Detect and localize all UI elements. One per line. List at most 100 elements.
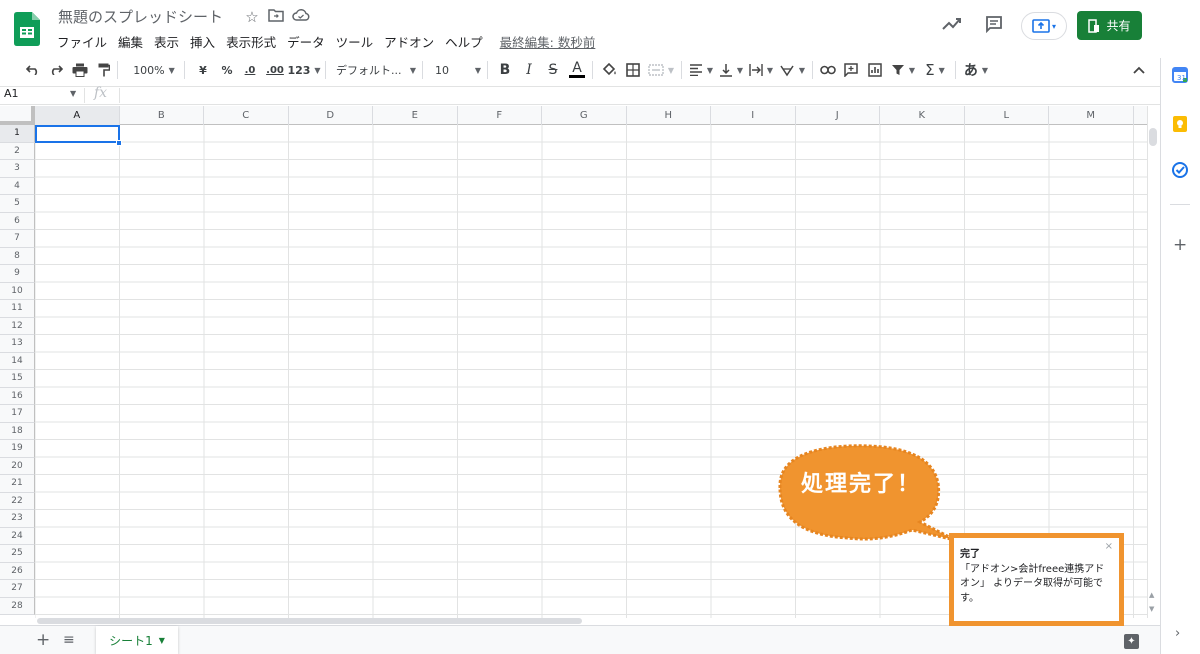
functions-icon[interactable]: Σ ▼: [921, 59, 949, 81]
font-select[interactable]: デフォルト... ▼: [336, 59, 416, 81]
menu-edit[interactable]: 編集: [118, 32, 143, 51]
horizontal-scroll-thumb[interactable]: [37, 618, 582, 624]
name-box[interactable]: A1: [4, 87, 19, 100]
insert-chart-icon[interactable]: [867, 59, 883, 81]
column-header-i[interactable]: I: [711, 106, 796, 125]
all-sheets-icon[interactable]: ≡: [63, 632, 75, 648]
decrease-decimal-button[interactable]: .0: [241, 59, 259, 81]
close-icon[interactable]: ×: [1105, 540, 1113, 555]
column-header-m[interactable]: M: [1049, 106, 1134, 125]
expand-panel-icon[interactable]: ›: [1175, 626, 1180, 641]
chevron-down-icon[interactable]: ▼: [70, 89, 76, 98]
row-header-1[interactable]: 1: [0, 125, 35, 143]
column-header-j[interactable]: J: [796, 106, 880, 125]
scroll-up-icon[interactable]: ▲: [1149, 591, 1154, 599]
column-header-g[interactable]: G: [542, 106, 627, 125]
menu-insert[interactable]: 挿入: [190, 32, 215, 51]
row-header-15[interactable]: 15: [0, 370, 35, 388]
formula-bar[interactable]: [0, 86, 1160, 105]
star-icon[interactable]: ☆: [243, 8, 261, 26]
row-header-23[interactable]: 23: [0, 510, 35, 528]
paint-format-icon[interactable]: [97, 59, 111, 81]
font-size-select[interactable]: 10 ▼: [435, 59, 481, 81]
row-header-22[interactable]: 22: [0, 492, 35, 510]
menu-tools[interactable]: ツール: [336, 32, 374, 51]
filter-icon[interactable]: ▼: [889, 59, 917, 81]
insert-link-icon[interactable]: [819, 59, 837, 81]
redo-icon[interactable]: [49, 59, 63, 81]
comments-icon[interactable]: [985, 15, 1003, 37]
row-header-28[interactable]: 28: [0, 597, 35, 615]
tasks-icon[interactable]: [1172, 162, 1188, 178]
menu-view[interactable]: 表示: [154, 32, 179, 51]
move-folder-icon[interactable]: [267, 8, 285, 26]
print-icon[interactable]: [72, 59, 88, 81]
row-header-19[interactable]: 19: [0, 440, 35, 458]
text-wrapping-icon[interactable]: ▼: [748, 59, 774, 81]
horizontal-align-icon[interactable]: ▼: [688, 59, 714, 81]
row-header-16[interactable]: 16: [0, 387, 35, 405]
column-header-k[interactable]: K: [880, 106, 965, 125]
sheets-logo-icon[interactable]: [14, 12, 40, 46]
doc-title[interactable]: 無題のスプレッドシート: [58, 6, 223, 27]
column-header-l[interactable]: L: [965, 106, 1049, 125]
keep-icon[interactable]: [1172, 116, 1188, 132]
row-header-12[interactable]: 12: [0, 317, 35, 335]
column-header-e[interactable]: E: [373, 106, 458, 125]
select-all-corner[interactable]: [0, 106, 35, 125]
increase-decimal-button[interactable]: .00: [265, 59, 285, 81]
row-header-14[interactable]: 14: [0, 352, 35, 370]
add-addon-icon[interactable]: +: [1173, 235, 1187, 255]
column-header-d[interactable]: D: [289, 106, 373, 125]
menu-data[interactable]: データ: [287, 32, 325, 51]
row-header-21[interactable]: 21: [0, 475, 35, 493]
row-header-27[interactable]: 27: [0, 580, 35, 598]
vertical-scroll-thumb[interactable]: [1149, 128, 1157, 146]
fill-handle[interactable]: [116, 140, 122, 146]
row-header-3[interactable]: 3: [0, 160, 35, 178]
share-button[interactable]: 共有: [1077, 11, 1142, 40]
bold-button[interactable]: B: [498, 59, 512, 81]
row-header-25[interactable]: 25: [0, 545, 35, 563]
strikethrough-button[interactable]: S: [546, 59, 560, 81]
scroll-down-icon[interactable]: ▼: [1149, 605, 1154, 613]
undo-icon[interactable]: [26, 59, 40, 81]
column-header-h[interactable]: H: [627, 106, 711, 125]
zoom-select[interactable]: 100% ▼: [130, 59, 178, 81]
column-header-a[interactable]: A: [35, 106, 120, 125]
row-header-2[interactable]: 2: [0, 142, 35, 160]
row-header-24[interactable]: 24: [0, 527, 35, 545]
percent-format-button[interactable]: %: [219, 59, 235, 81]
selected-cell[interactable]: [35, 125, 120, 143]
row-header-13[interactable]: 13: [0, 335, 35, 353]
text-rotation-icon[interactable]: ▼: [778, 59, 806, 81]
row-header-20[interactable]: 20: [0, 457, 35, 475]
column-header-c[interactable]: C: [204, 106, 289, 125]
column-header-f[interactable]: F: [458, 106, 542, 125]
row-header-6[interactable]: 6: [0, 212, 35, 230]
fill-color-icon[interactable]: [601, 59, 617, 81]
text-color-button[interactable]: A: [568, 59, 586, 81]
borders-icon[interactable]: [625, 59, 641, 81]
insert-comment-icon[interactable]: [843, 59, 859, 81]
menu-format[interactable]: 表示形式: [226, 32, 276, 51]
vertical-scrollbar[interactable]: [1147, 106, 1160, 618]
italic-button[interactable]: I: [522, 59, 536, 81]
row-header-5[interactable]: 5: [0, 195, 35, 213]
explore-icon[interactable]: ✦: [1124, 634, 1139, 649]
merge-cells-icon[interactable]: ▼: [647, 59, 675, 81]
row-header-26[interactable]: 26: [0, 562, 35, 580]
row-header-4[interactable]: 4: [0, 177, 35, 195]
menu-addons[interactable]: アドオン: [384, 32, 434, 51]
last-edit-link[interactable]: 最終編集: 数秒前: [500, 32, 596, 51]
cloud-status-icon[interactable]: [292, 8, 310, 26]
currency-format-button[interactable]: ¥: [195, 59, 211, 81]
row-header-9[interactable]: 9: [0, 265, 35, 283]
row-header-11[interactable]: 11: [0, 300, 35, 318]
row-header-18[interactable]: 18: [0, 422, 35, 440]
vertical-align-icon[interactable]: ▼: [718, 59, 744, 81]
activity-dashboard-icon[interactable]: [942, 16, 962, 36]
sheet-tab[interactable]: シート1 ▼: [96, 626, 178, 654]
row-header-8[interactable]: 8: [0, 247, 35, 265]
present-button[interactable]: ▾: [1021, 12, 1067, 40]
